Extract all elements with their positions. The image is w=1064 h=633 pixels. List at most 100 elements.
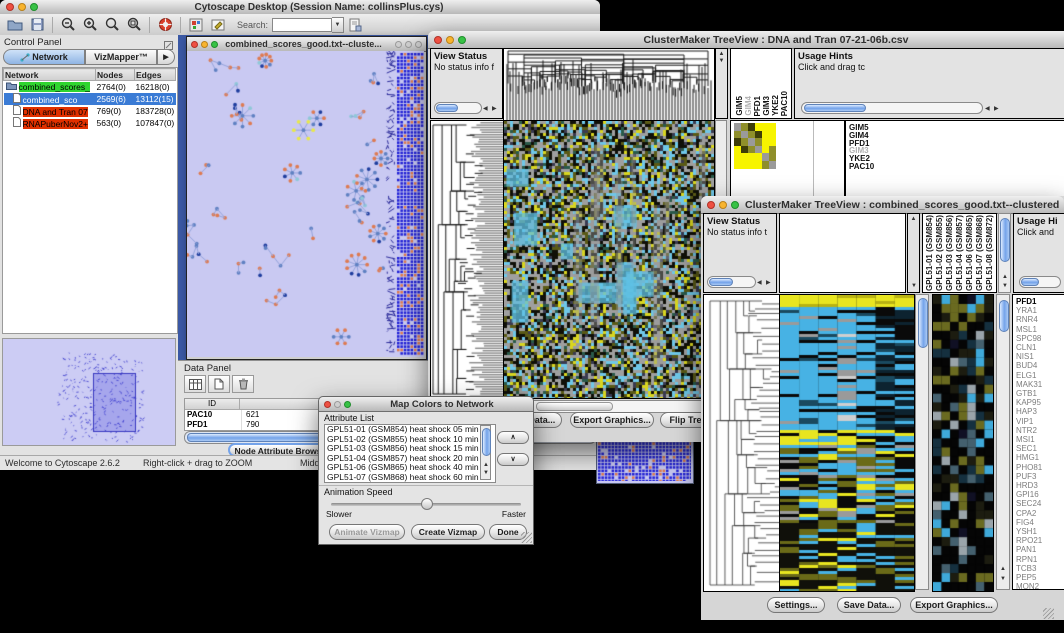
- tab-network[interactable]: Network: [3, 49, 85, 65]
- help-lifering-icon[interactable]: [154, 16, 176, 34]
- zoom-in-icon[interactable]: [79, 16, 101, 34]
- tv2-status-scrollbar[interactable]: [707, 276, 756, 288]
- animate-vizmap-button[interactable]: Animate Vizmap: [329, 524, 405, 540]
- minimize-button[interactable]: [446, 36, 454, 44]
- zoom-button[interactable]: [211, 41, 218, 48]
- tv2-genelist-vscrollbar[interactable]: ▲ ▼: [996, 294, 1010, 590]
- scroll-down-icon[interactable]: ▼: [911, 283, 917, 290]
- zoom-button[interactable]: [344, 401, 351, 408]
- network-graph-canvas[interactable]: [187, 51, 424, 357]
- treeview1-title-bar[interactable]: ClusterMaker TreeView : DNA and Tran 07-…: [428, 31, 1064, 49]
- gene-label[interactable]: CPA2: [1016, 509, 1064, 518]
- search-input[interactable]: [272, 18, 332, 32]
- select-attributes-icon[interactable]: [184, 375, 206, 393]
- scroll-left-icon[interactable]: ◀: [757, 280, 762, 287]
- gene-label[interactable]: NIS1: [1016, 352, 1064, 361]
- gene-label[interactable]: CLN1: [1016, 343, 1064, 352]
- gene-label[interactable]: MSL1: [1016, 325, 1064, 334]
- gene-label[interactable]: GTB1: [1016, 389, 1064, 398]
- settings-button[interactable]: Settings...: [767, 597, 825, 613]
- network-table-row[interactable]: DNA and Tran 07769(0)183728(0): [4, 105, 176, 117]
- column-header[interactable]: Nodes: [96, 69, 135, 81]
- tv1-global-matrix[interactable]: [734, 123, 776, 169]
- save-data-button[interactable]: Save Data...: [837, 597, 901, 613]
- scroll-down-icon[interactable]: ▼: [716, 58, 727, 65]
- gene-label[interactable]: GPI16: [1016, 490, 1064, 499]
- tv2-heatmap-vscrollbar[interactable]: [915, 294, 929, 590]
- gene-label[interactable]: PFD1: [1016, 297, 1064, 306]
- gene-label[interactable]: ELG1: [1016, 371, 1064, 380]
- attribute-list-scrollbar[interactable]: ▲ ▼: [480, 425, 491, 480]
- gene-label[interactable]: FIG4: [1016, 518, 1064, 527]
- tv2-hints-scrollbar[interactable]: [1019, 276, 1061, 288]
- gene-label[interactable]: HRD3: [1016, 481, 1064, 490]
- tv1-column-scroll-strip[interactable]: ▲ ▼: [715, 48, 728, 119]
- gene-label[interactable]: HMG1: [1016, 453, 1064, 462]
- treeview2-title-bar[interactable]: ClusterMaker TreeView : combined_scores_…: [701, 196, 1064, 214]
- gene-label[interactable]: PAC10: [849, 162, 874, 171]
- minimize-button[interactable]: [201, 41, 208, 48]
- gene-label[interactable]: BUD4: [1016, 361, 1064, 370]
- scroll-down-icon[interactable]: ▼: [1002, 283, 1008, 290]
- gene-label[interactable]: MON2: [1016, 582, 1064, 590]
- zoom-button[interactable]: [731, 201, 739, 209]
- gene-label[interactable]: RPO21: [1016, 536, 1064, 545]
- minimize-button[interactable]: [334, 401, 341, 408]
- minimize-button[interactable]: [719, 201, 727, 209]
- move-down-button[interactable]: ∨: [497, 453, 529, 466]
- network-overview[interactable]: [2, 338, 176, 446]
- delete-attribute-icon[interactable]: [232, 375, 254, 393]
- scroll-right-icon[interactable]: ▶: [766, 280, 771, 287]
- gene-label[interactable]: YRA1: [1016, 306, 1064, 315]
- scroll-right-icon[interactable]: ▶: [994, 106, 999, 113]
- column-header[interactable]: Edges: [135, 69, 176, 81]
- gene-label[interactable]: HAP3: [1016, 407, 1064, 416]
- scroll-up-icon[interactable]: ▲: [908, 216, 919, 223]
- tv1-heatmap[interactable]: [503, 120, 715, 399]
- gene-label[interactable]: YSH1: [1016, 527, 1064, 536]
- close-button[interactable]: [191, 41, 198, 48]
- animation-speed-slider[interactable]: [331, 503, 521, 506]
- close-button[interactable]: [6, 3, 14, 11]
- gene-label[interactable]: PEP5: [1016, 573, 1064, 582]
- gene-label[interactable]: SEC1: [1016, 444, 1064, 453]
- gene-label[interactable]: PAN1: [1016, 545, 1064, 554]
- tv1-status-scrollbar[interactable]: [434, 102, 482, 114]
- attribute-list-item[interactable]: GPL51-07 (GSM868) heat shock 60 min: [327, 473, 495, 483]
- tv1-column-dendrogram[interactable]: [503, 48, 715, 121]
- vizmapper-icon[interactable]: [185, 16, 207, 34]
- main-title-bar[interactable]: Cytoscape Desktop (Session Name: collins…: [0, 0, 600, 15]
- tv2-column-scroll-strip[interactable]: ▲ ▼: [907, 213, 920, 293]
- save-icon[interactable]: [26, 16, 48, 34]
- scroll-up-icon[interactable]: ▲: [1000, 566, 1006, 573]
- open-file-icon[interactable]: [4, 16, 26, 34]
- network-table-row[interactable]: RNAPuberNov2+563(0)107847(0): [4, 117, 176, 129]
- zoom-out-icon[interactable]: [57, 16, 79, 34]
- zoom-button[interactable]: [30, 3, 38, 11]
- close-button[interactable]: [707, 201, 715, 209]
- gene-label[interactable]: KAP95: [1016, 398, 1064, 407]
- export-graphics-button[interactable]: Export Graphics...: [570, 412, 654, 428]
- close-button[interactable]: [324, 401, 331, 408]
- scroll-up-icon[interactable]: ▲: [716, 51, 727, 58]
- resize-handle[interactable]: [1043, 608, 1054, 619]
- gene-label[interactable]: SPC98: [1016, 334, 1064, 343]
- tv2-heatmap[interactable]: [779, 294, 915, 592]
- close-button[interactable]: [434, 36, 442, 44]
- network-view-title-bar[interactable]: combined_scores_good.txt--cluste...: [187, 37, 426, 52]
- scroll-up-icon[interactable]: ▲: [483, 462, 489, 469]
- minimize-button[interactable]: [18, 3, 26, 11]
- gene-label[interactable]: MAK31: [1016, 380, 1064, 389]
- tv1-row-dendrogram[interactable]: [430, 120, 505, 399]
- zoom-button[interactable]: [458, 36, 466, 44]
- gene-label[interactable]: RNR4: [1016, 315, 1064, 324]
- tv2-labels-vscrollbar[interactable]: ▲ ▼: [998, 213, 1011, 293]
- dialog-title-bar[interactable]: Map Colors to Network: [319, 397, 533, 412]
- gene-label[interactable]: SEC24: [1016, 499, 1064, 508]
- column-header[interactable]: ID: [185, 399, 240, 409]
- gene-label[interactable]: PUF3: [1016, 472, 1064, 481]
- gene-label[interactable]: PHO81: [1016, 463, 1064, 472]
- network-table-row[interactable]: combined_sco2569(6)13112(15): [4, 93, 176, 105]
- gene-label[interactable]: RPN1: [1016, 555, 1064, 564]
- new-attribute-icon[interactable]: [208, 375, 230, 393]
